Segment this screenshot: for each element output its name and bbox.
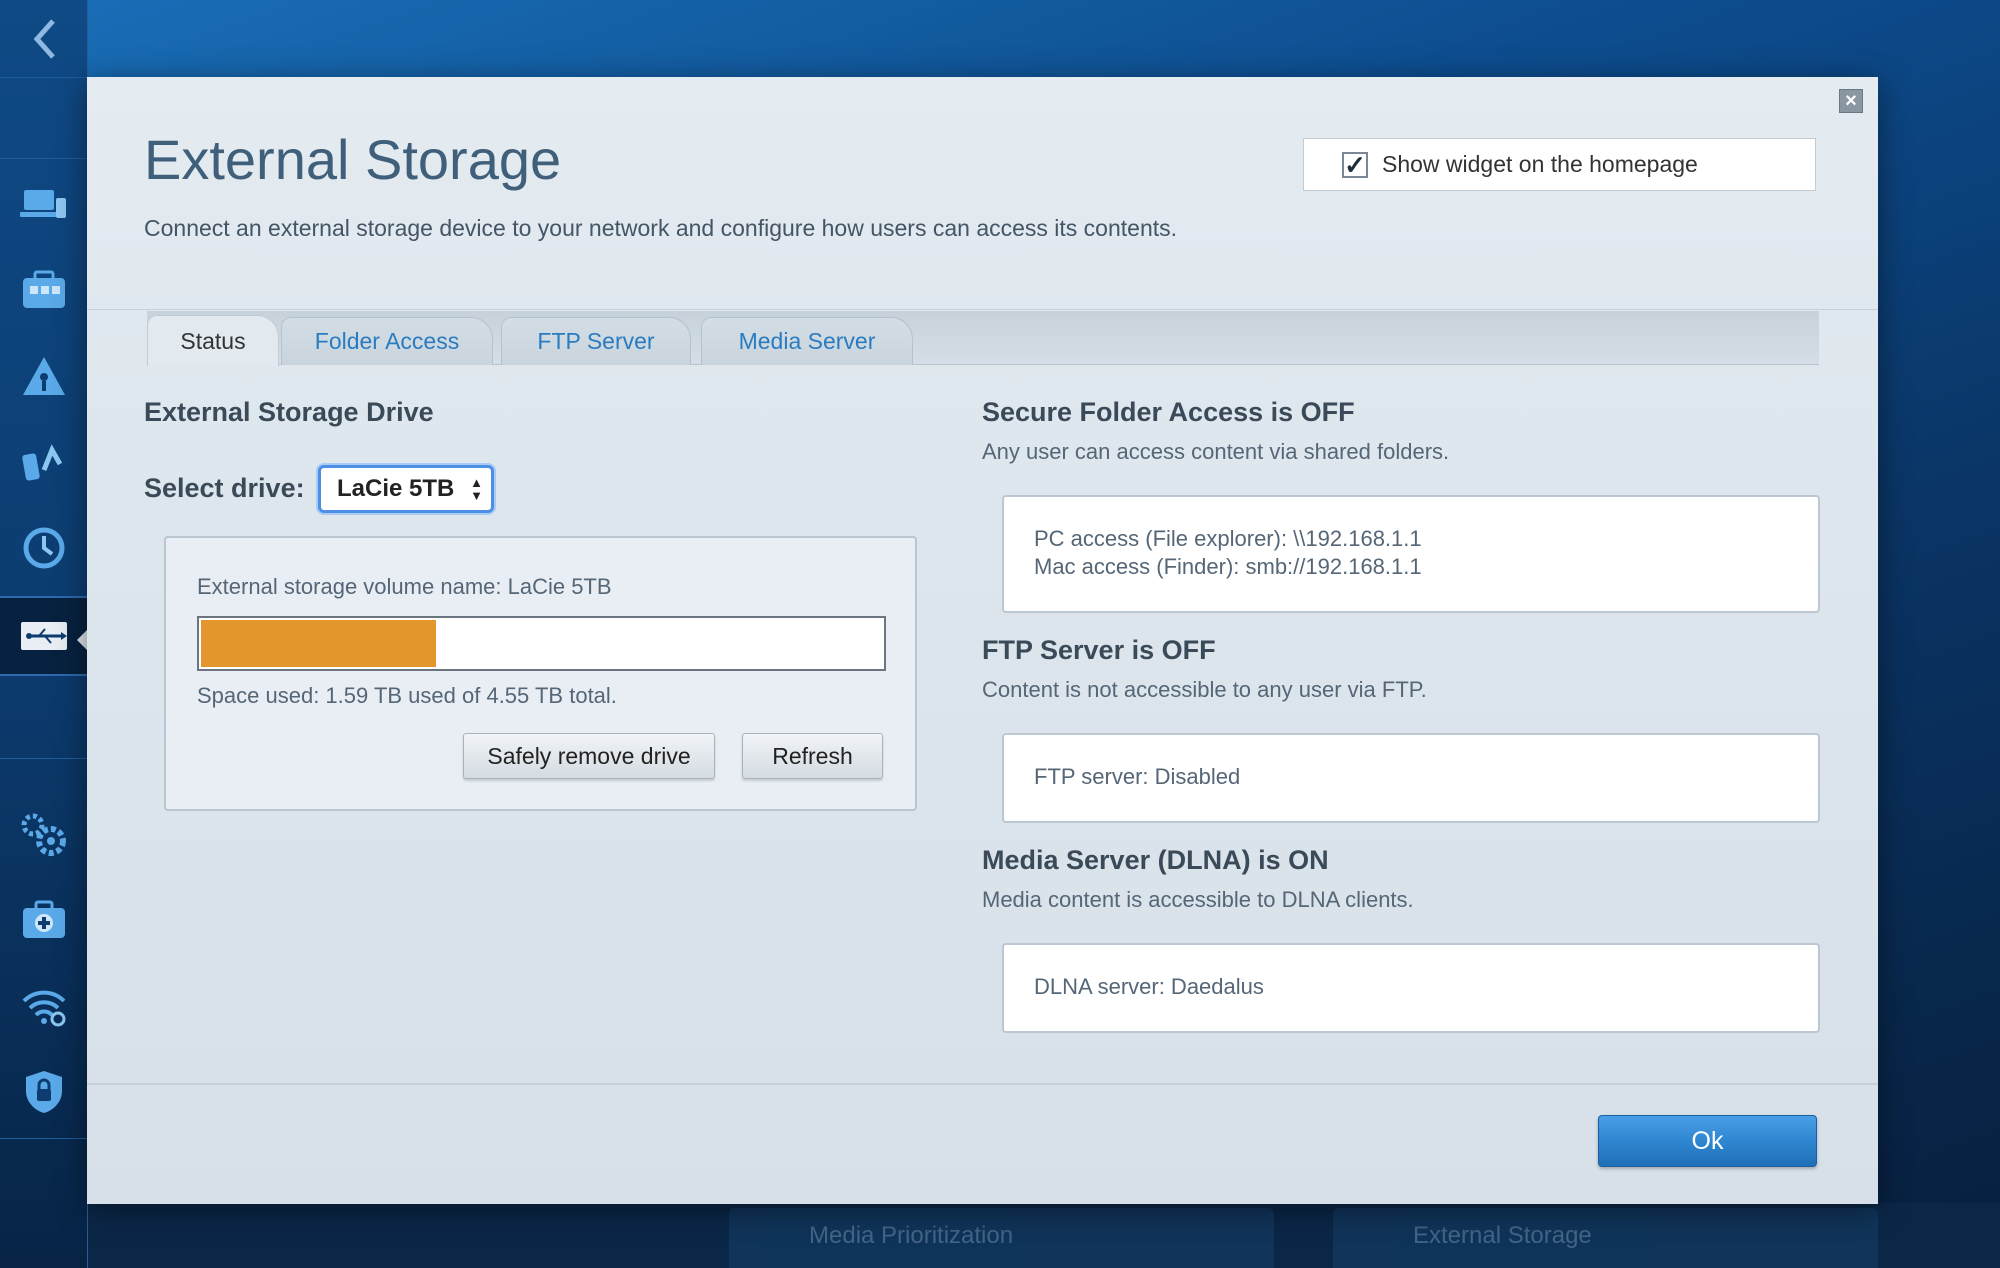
ftp-status-text: FTP server: Disabled xyxy=(1034,764,1241,789)
folder-access-title: Secure Folder Access is OFF xyxy=(982,397,1355,427)
ftp-server-desc: Content is not accessible to any user vi… xyxy=(982,677,1427,702)
pc-access-text: PC access (File explorer): \\192.168.1.1 xyxy=(1034,526,1422,551)
tab-media-server[interactable]: Media Server xyxy=(701,317,913,365)
footer-divider xyxy=(87,1083,1878,1085)
sidebar-item-settings[interactable] xyxy=(0,794,88,874)
sidebar-item-security[interactable] xyxy=(0,1052,88,1132)
show-widget-option[interactable]: ✓ Show widget on the homepage xyxy=(1303,138,1816,191)
dlna-status-text: DLNA server: Daedalus xyxy=(1034,974,1264,999)
volume-name: External storage volume name: LaCie 5TB xyxy=(197,574,612,599)
devices-icon xyxy=(20,190,66,218)
storage-usage-fill xyxy=(201,620,437,667)
sidebar-item-troubleshooting[interactable] xyxy=(0,880,88,960)
sidebar-item-speed-test[interactable] xyxy=(0,422,88,502)
checkmark-icon: ✓ xyxy=(1344,149,1366,180)
security-icon xyxy=(26,1071,62,1113)
close-button[interactable]: × xyxy=(1839,89,1863,113)
parental-controls-icon xyxy=(23,270,65,308)
drive-section-title: External Storage Drive xyxy=(144,397,434,427)
external-storage-dialog: × External Storage Connect an external s… xyxy=(87,77,1878,1204)
tab-ftp-server[interactable]: FTP Server xyxy=(501,317,691,365)
select-drive-label: Select drive: xyxy=(144,473,305,503)
back-button[interactable] xyxy=(0,0,88,78)
drive-info-box: External storage volume name: LaCie 5TB … xyxy=(164,536,917,811)
background-widget-media-prioritization: Media Prioritization xyxy=(729,1208,1274,1268)
dialog-title: External Storage xyxy=(144,128,562,191)
space-used-text: Space used: 1.59 TB used of 4.55 TB tota… xyxy=(197,683,617,708)
sidebar-item-usb-storage[interactable] xyxy=(0,596,89,676)
dlna-info-box: DLNA server: Daedalus xyxy=(1002,943,1820,1033)
show-widget-label: Show widget on the homepage xyxy=(1382,151,1698,177)
tab-status[interactable]: Status xyxy=(147,315,279,366)
folder-access-desc: Any user can access content via shared f… xyxy=(982,439,1450,464)
media-server-title: Media Server (DLNA) is ON xyxy=(982,845,1329,875)
storage-usage-bar xyxy=(197,616,886,671)
dialog-subtitle: Connect an external storage device to yo… xyxy=(144,215,1178,241)
tab-bar: Status Folder Access FTP Server Media Se… xyxy=(147,311,1819,366)
guest-access-icon xyxy=(23,357,65,395)
back-arrow-icon xyxy=(33,18,55,59)
wifi-settings-icon xyxy=(22,990,66,1027)
troubleshooting-icon xyxy=(23,900,65,938)
sidebar-item-devices[interactable] xyxy=(0,164,88,244)
speed-test-icon xyxy=(22,444,63,481)
drive-select-value: LaCie 5TB xyxy=(337,475,455,502)
close-icon: × xyxy=(1845,90,1857,112)
header-divider xyxy=(87,309,1878,310)
sidebar-item-wifi-settings[interactable] xyxy=(0,966,88,1046)
usb-storage-icon xyxy=(21,622,67,650)
ok-button[interactable]: Ok xyxy=(1598,1115,1817,1167)
ftp-info-box: FTP server: Disabled xyxy=(1002,733,1820,823)
ftp-server-title: FTP Server is OFF xyxy=(982,635,1216,665)
sidebar xyxy=(0,0,89,1268)
sidebar-item-parental-controls[interactable] xyxy=(0,250,88,330)
settings-icon xyxy=(21,813,66,856)
history-icon xyxy=(23,527,65,569)
mac-access-text: Mac access (Finder): smb://192.168.1.1 xyxy=(1034,554,1422,579)
refresh-button[interactable]: Refresh xyxy=(742,733,883,779)
background-widget-label: Media Prioritization xyxy=(809,1222,1014,1249)
show-widget-checkbox[interactable]: ✓ xyxy=(1342,149,1368,180)
sidebar-item-history[interactable] xyxy=(0,508,88,588)
media-server-desc: Media content is accessible to DLNA clie… xyxy=(982,887,1414,912)
sidebar-item-guest-access[interactable] xyxy=(0,336,88,416)
select-arrows-icon: ▲ ▼ xyxy=(470,475,483,503)
background-widget-label: External Storage xyxy=(1413,1222,1592,1249)
drive-select[interactable]: LaCie 5TB ▲ ▼ xyxy=(318,465,494,513)
safely-remove-drive-button[interactable]: Safely remove drive xyxy=(463,733,715,779)
tab-folder-access[interactable]: Folder Access xyxy=(281,317,493,365)
background-widget-external-storage: External Storage xyxy=(1333,1208,1878,1268)
folder-access-info-box: PC access (File explorer): \\192.168.1.1… xyxy=(1002,495,1820,613)
